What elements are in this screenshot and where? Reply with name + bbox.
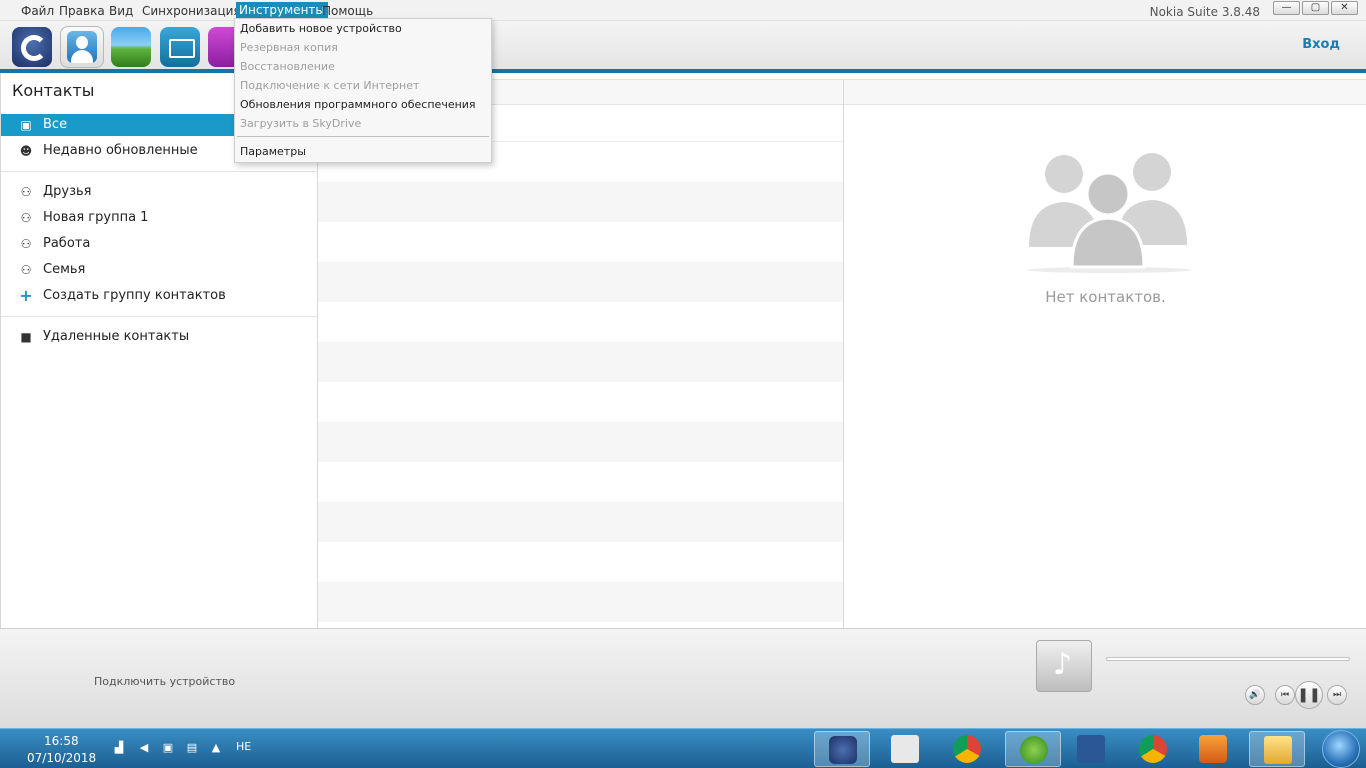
no-contacts-people-icon [1027, 153, 1191, 273]
speaker-icon[interactable]: ◀ [137, 741, 151, 755]
menu-file[interactable]: Файл [18, 3, 57, 19]
dictionary-taskbar-icon[interactable] [877, 731, 933, 767]
group-icon: ⚇ [20, 237, 32, 251]
sidebar-item-label: Работа [43, 236, 91, 251]
trash-icon: ■ [20, 330, 32, 344]
empty-state-text: Нет контактов. [1045, 288, 1166, 306]
taskbar: 16:58 07/10/2018 ▟ ◀ ▣ ▤ ▲ HE [0, 728, 1366, 768]
list-item [318, 502, 843, 542]
menu-item-skydrive: Загрузить в SkyDrive [240, 117, 362, 130]
list-item [318, 582, 843, 622]
clock-date[interactable]: 07/10/2018 [27, 751, 96, 765]
divider [1, 171, 318, 172]
menu-help[interactable]: Помощь [319, 3, 376, 19]
previous-track-icon[interactable]: ⏮ [1275, 685, 1295, 705]
clock-time[interactable]: 16:58 [44, 734, 79, 748]
list-item [318, 182, 843, 222]
sidebar-item-label: Друзья [43, 184, 92, 199]
close-button[interactable]: ✕ [1331, 1, 1358, 15]
network-error-icon[interactable]: ▣ [161, 741, 175, 755]
sidebar-item-label: Новая группа 1 [43, 210, 149, 225]
sidebar-item-new-group[interactable]: ⚇ Новая группа 1 [1, 207, 318, 229]
minimize-button[interactable]: — [1273, 1, 1300, 15]
sidebar-item-label: Создать группу контактов [43, 288, 226, 303]
sidebar-item-deleted[interactable]: ■ Удаленные контакты [1, 326, 318, 348]
sidebar-item-label: Все [43, 117, 68, 132]
explorer-taskbar-icon[interactable] [1249, 731, 1305, 767]
maximize-button[interactable]: ▢ [1302, 1, 1329, 15]
chrome-taskbar-icon[interactable] [1125, 731, 1181, 767]
create-group-button[interactable]: + Создать группу контактов [1, 285, 318, 307]
menu-item-backup: Резервная копия [240, 41, 338, 54]
music-icon[interactable] [208, 27, 234, 67]
sidebar-item-label: Удаленные контакты [43, 329, 190, 344]
recent-contact-icon: ☻ [19, 144, 33, 158]
menu-item-settings[interactable]: Параметры [240, 145, 306, 158]
menu-separator [237, 136, 489, 137]
contacts-icon[interactable] [60, 26, 104, 68]
chrome-taskbar-icon[interactable] [939, 731, 995, 767]
menu-item-restore: Восстановление [240, 60, 335, 73]
contact-detail-panel: Нет контактов. [843, 79, 1366, 628]
show-hidden-icons-icon[interactable]: ▲ [209, 741, 223, 755]
media-player-taskbar-icon[interactable] [1185, 731, 1241, 767]
contact-book-icon: ▣ [20, 118, 32, 132]
detail-header [844, 80, 1366, 105]
menu-item-internet: Подключение к сети Интернет [240, 79, 420, 92]
sidebar-item-friends[interactable]: ⚇ Друзья [1, 181, 318, 203]
menu-item-software-updates[interactable]: Обновления программного обеспечения [240, 98, 476, 111]
menu-tools[interactable]: Инструменты [236, 2, 328, 18]
mail-icon[interactable] [160, 27, 200, 67]
player-bar: Подключить устройство ♪ 🔊 ⏮ ❚❚ ⏭ [0, 628, 1366, 728]
ie-taskbar-icon[interactable] [1005, 731, 1061, 767]
nokia-suite-icon[interactable] [12, 27, 52, 67]
signal-icon[interactable]: ▟ [112, 741, 126, 755]
list-item [318, 422, 843, 462]
sidebar-item-label: Недавно обновленные [43, 143, 198, 158]
next-track-icon[interactable]: ⏭ [1327, 685, 1347, 705]
menu-view[interactable]: Вид [106, 3, 136, 19]
word-taskbar-icon[interactable] [1063, 731, 1119, 767]
sidebar-item-family[interactable]: ⚇ Семья [1, 259, 318, 281]
divider [1, 316, 318, 317]
start-button[interactable] [1322, 730, 1360, 768]
sidebar-item-label: Семья [43, 262, 86, 277]
group-icon: ⚇ [20, 211, 32, 225]
tools-menu: Добавить новое устройство Резервная копи… [234, 18, 492, 163]
list-item [318, 262, 843, 302]
menu-bar: Файл Правка Вид Синхронизация Инструмент… [0, 0, 1366, 21]
list-item [318, 342, 843, 382]
menu-edit[interactable]: Правка [56, 3, 108, 19]
album-art: ♪ [1036, 640, 1092, 692]
app-toolbar [0, 21, 1366, 69]
menu-sync[interactable]: Синхронизация [139, 3, 244, 19]
connect-device-link[interactable]: Подключить устройство [94, 675, 235, 688]
group-icon: ⚇ [20, 263, 32, 277]
music-note-icon: ♪ [1053, 647, 1073, 682]
app-title: Nokia Suite 3.8.48 [1149, 5, 1260, 19]
playback-progress[interactable] [1106, 657, 1350, 661]
login-link[interactable]: Вход [1302, 37, 1340, 52]
panel-title: Контакты [12, 81, 95, 100]
pause-icon[interactable]: ❚❚ [1295, 681, 1323, 709]
photos-icon[interactable] [111, 27, 151, 67]
sidebar-item-work[interactable]: ⚇ Работа [1, 233, 318, 255]
group-icon: ⚇ [20, 185, 32, 199]
plus-icon: + [19, 286, 33, 305]
language-indicator[interactable]: HE [236, 740, 251, 753]
device-icon[interactable]: ▤ [185, 741, 199, 755]
menu-item-add-device[interactable]: Добавить новое устройство [240, 22, 402, 35]
nokia-suite-taskbar-icon[interactable] [814, 731, 870, 767]
volume-icon[interactable]: 🔊 [1245, 685, 1265, 705]
